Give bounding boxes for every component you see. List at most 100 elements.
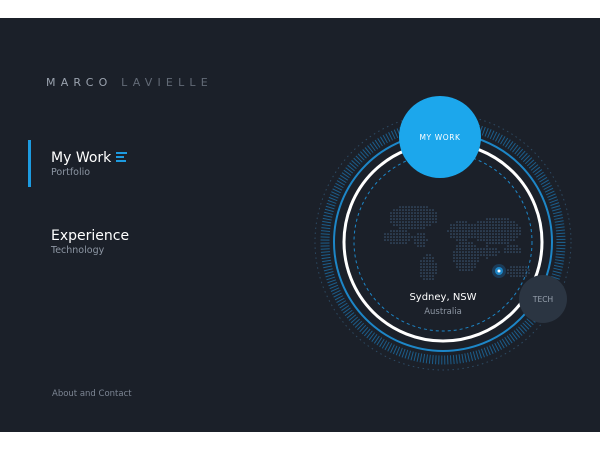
map-dot	[465, 227, 467, 229]
map-dot	[459, 233, 461, 235]
map-dot	[492, 251, 494, 253]
map-dot	[459, 263, 461, 265]
map-dot	[420, 209, 422, 211]
map-dot	[453, 236, 455, 238]
map-dot	[426, 224, 428, 226]
map-dot	[468, 230, 470, 232]
map-dot	[474, 230, 476, 232]
map-dot	[480, 251, 482, 253]
map-dot	[489, 224, 491, 226]
globe-visualization	[314, 113, 572, 371]
map-dot	[399, 212, 401, 214]
map-dot	[486, 233, 488, 235]
map-dot	[399, 209, 401, 211]
map-dot	[429, 221, 431, 223]
map-dot	[429, 278, 431, 280]
map-dot	[498, 218, 500, 220]
map-dot	[420, 236, 422, 238]
map-dot	[432, 269, 434, 271]
map-dot	[462, 227, 464, 229]
my-work-bubble-button[interactable]: MY WORK	[399, 96, 481, 178]
map-dot	[507, 245, 509, 247]
map-dot	[510, 251, 512, 253]
map-dot	[474, 254, 476, 256]
map-dot	[420, 227, 422, 229]
map-dot	[408, 239, 410, 241]
map-dot	[429, 275, 431, 277]
map-dot	[462, 236, 464, 238]
map-dot	[456, 236, 458, 238]
map-dot	[510, 275, 512, 277]
tech-bubble-button[interactable]: TECH	[519, 275, 567, 323]
map-dot	[489, 230, 491, 232]
map-dot	[405, 218, 407, 220]
map-dot	[462, 233, 464, 235]
map-dot	[456, 245, 458, 247]
map-dot	[426, 272, 428, 274]
map-dot	[465, 242, 467, 244]
map-dot	[456, 248, 458, 250]
app-frame: MARCO LAVIELLE My Work Portfolio Experie…	[0, 18, 600, 432]
map-dot	[480, 227, 482, 229]
map-dot	[486, 239, 488, 241]
map-dot	[402, 206, 404, 208]
map-dot	[462, 242, 464, 244]
map-dot	[498, 251, 500, 253]
map-dot	[516, 245, 518, 247]
map-dot	[393, 230, 395, 232]
map-dot	[483, 230, 485, 232]
map-dot	[471, 263, 473, 265]
map-dot	[462, 224, 464, 226]
map-dot	[471, 230, 473, 232]
map-dot	[426, 266, 428, 268]
map-dot	[498, 221, 500, 223]
map-dot	[495, 248, 497, 250]
map-dot	[504, 224, 506, 226]
map-dot	[480, 254, 482, 256]
map-dot	[423, 278, 425, 280]
map-dot	[405, 242, 407, 244]
map-dot	[426, 221, 428, 223]
map-dot	[396, 221, 398, 223]
map-dot	[474, 236, 476, 238]
map-dot	[492, 236, 494, 238]
map-dot	[492, 242, 494, 244]
map-dot	[456, 224, 458, 226]
map-dot	[459, 260, 461, 262]
map-dot	[510, 239, 512, 241]
map-dot	[516, 230, 518, 232]
map-dot	[510, 272, 512, 274]
map-dot	[465, 266, 467, 268]
map-dot	[450, 227, 452, 229]
map-dot	[510, 266, 512, 268]
map-dot	[387, 233, 389, 235]
location-pin-center	[497, 269, 501, 273]
map-dot	[417, 224, 419, 226]
map-dot	[405, 230, 407, 232]
map-dot	[522, 266, 524, 268]
map-dot	[462, 245, 464, 247]
map-dot	[483, 227, 485, 229]
map-dot	[513, 272, 515, 274]
map-dot	[513, 248, 515, 250]
map-dot	[459, 239, 461, 241]
map-dot	[507, 218, 509, 220]
map-dot	[429, 272, 431, 274]
map-dot	[435, 263, 437, 265]
map-dot	[492, 218, 494, 220]
map-dot	[486, 224, 488, 226]
map-dot	[399, 227, 401, 229]
map-dot	[396, 230, 398, 232]
map-dot	[399, 236, 401, 238]
map-dot	[390, 230, 392, 232]
map-dot	[426, 254, 428, 256]
location-city: Sydney, NSW	[409, 292, 477, 303]
map-dot	[507, 221, 509, 223]
map-dot	[429, 260, 431, 262]
map-dot	[462, 230, 464, 232]
map-dot	[489, 221, 491, 223]
map-dot	[462, 251, 464, 253]
map-dot	[456, 257, 458, 259]
map-dot	[420, 260, 422, 262]
map-dot	[474, 227, 476, 229]
